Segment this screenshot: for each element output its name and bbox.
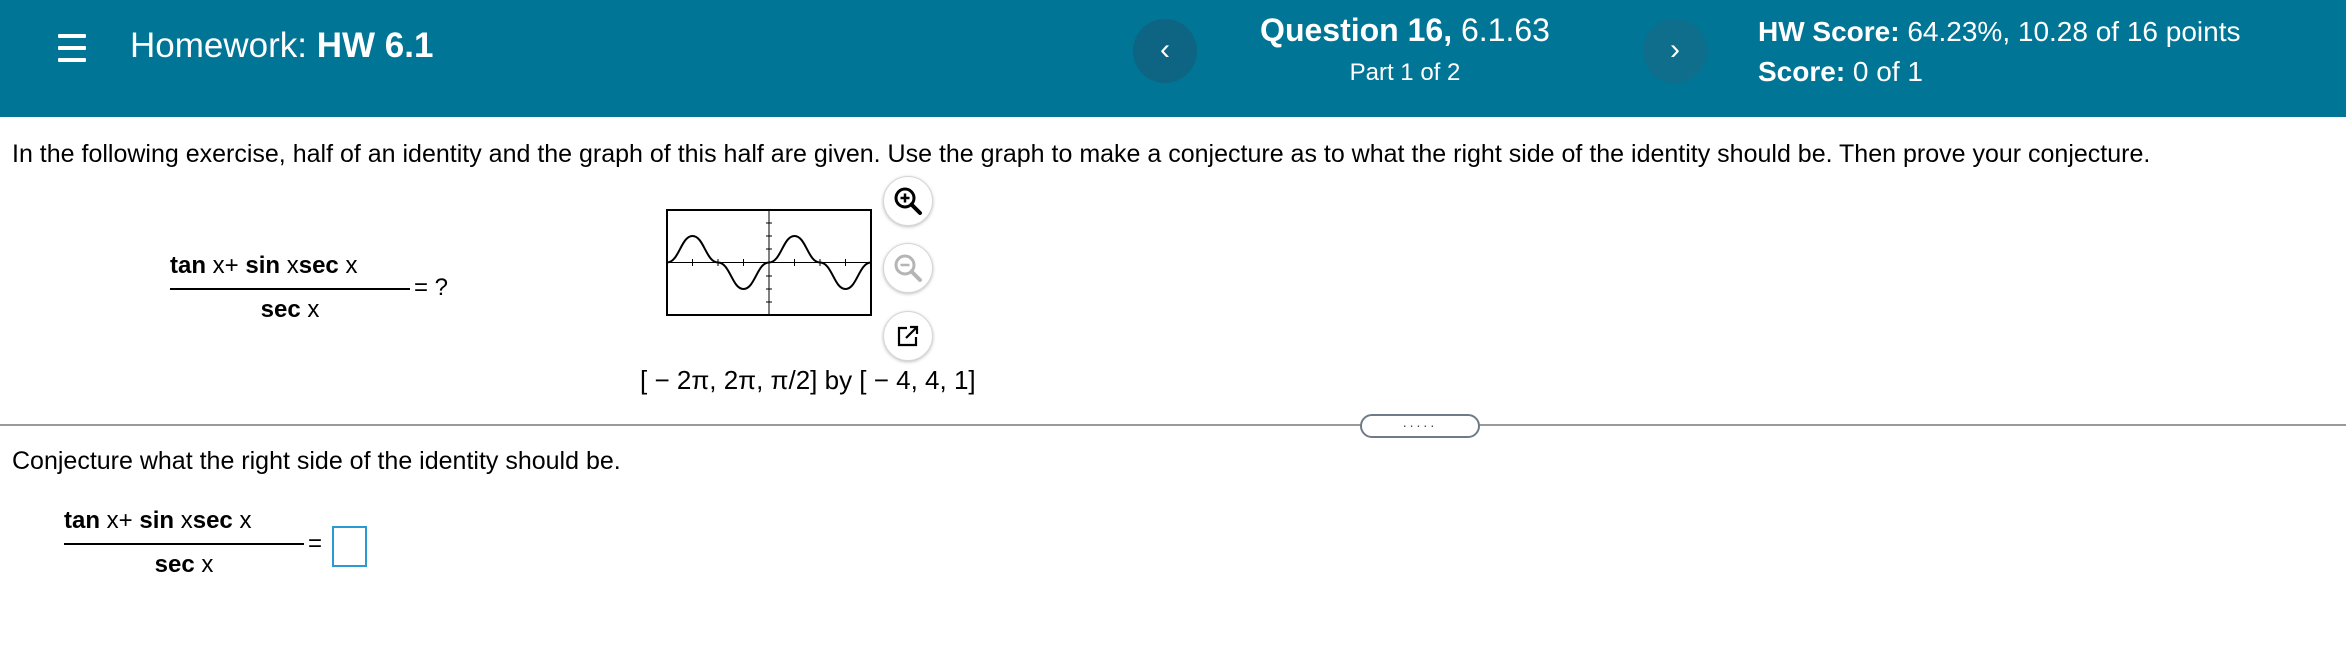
conjecture-prompt: Conjecture what the right side of the id… xyxy=(12,447,621,475)
top-header-bar: Homework: HW 6.1 ‹ Question 16, 6.1.63 P… xyxy=(0,0,2346,117)
homework-name: HW 6.1 xyxy=(316,26,434,65)
identity-fraction: tan x+ sin xsec x sec x xyxy=(170,252,410,324)
answer-fraction-bar xyxy=(64,543,304,545)
menu-icon[interactable] xyxy=(58,34,86,64)
fraction-denominator: sec x xyxy=(260,296,320,323)
zoom-out-button[interactable] xyxy=(883,243,933,293)
chevron-right-icon: › xyxy=(1670,33,1680,66)
answer-equals-sign: = xyxy=(308,530,323,557)
question-number: Question 16, xyxy=(1260,12,1453,48)
part-indicator: Part 1 of 2 xyxy=(1349,59,1461,86)
question-score: Score: 0 of 1 xyxy=(1758,56,1923,87)
problem-instructions: In the following exercise, half of an id… xyxy=(12,140,2151,168)
next-question-button[interactable]: › xyxy=(1643,19,1707,83)
zoom-in-icon xyxy=(894,187,922,215)
open-external-button[interactable] xyxy=(883,311,933,361)
resize-handle[interactable]: ..... xyxy=(1360,414,1480,438)
previous-question-button[interactable]: ‹ xyxy=(1133,19,1197,83)
fraction-bar xyxy=(170,288,410,290)
question-reference: 6.1.63 xyxy=(1452,12,1550,48)
hw-score: HW Score: 64.23%, 10.28 of 16 points xyxy=(1758,16,2241,47)
equals-question: = ? xyxy=(414,274,449,301)
homework-title: Homework: HW 6.1 xyxy=(130,26,434,65)
fraction-numerator: tan x+ sin xsec x xyxy=(170,252,358,279)
viewing-window-label: [ − 2π, 2π, π/2] by [ − 4, 4, 1] xyxy=(640,365,976,395)
question-indicator: Question 16, 6.1.63 Part 1 of 2 xyxy=(1220,12,1590,87)
function-graph xyxy=(666,209,872,316)
answer-denominator: sec x xyxy=(154,551,214,578)
answer-fraction: tan x+ sin xsec x sec x xyxy=(64,507,304,579)
section-divider xyxy=(0,424,2346,426)
answer-numerator: tan x+ sin xsec x xyxy=(64,507,252,534)
chevron-left-icon: ‹ xyxy=(1160,33,1170,66)
zoom-in-button[interactable] xyxy=(883,176,933,226)
zoom-out-icon xyxy=(894,254,922,282)
score-summary: HW Score: 64.23%, 10.28 of 16 points Sco… xyxy=(1758,16,2241,96)
answer-input[interactable] xyxy=(332,526,367,567)
open-external-icon xyxy=(897,325,919,347)
